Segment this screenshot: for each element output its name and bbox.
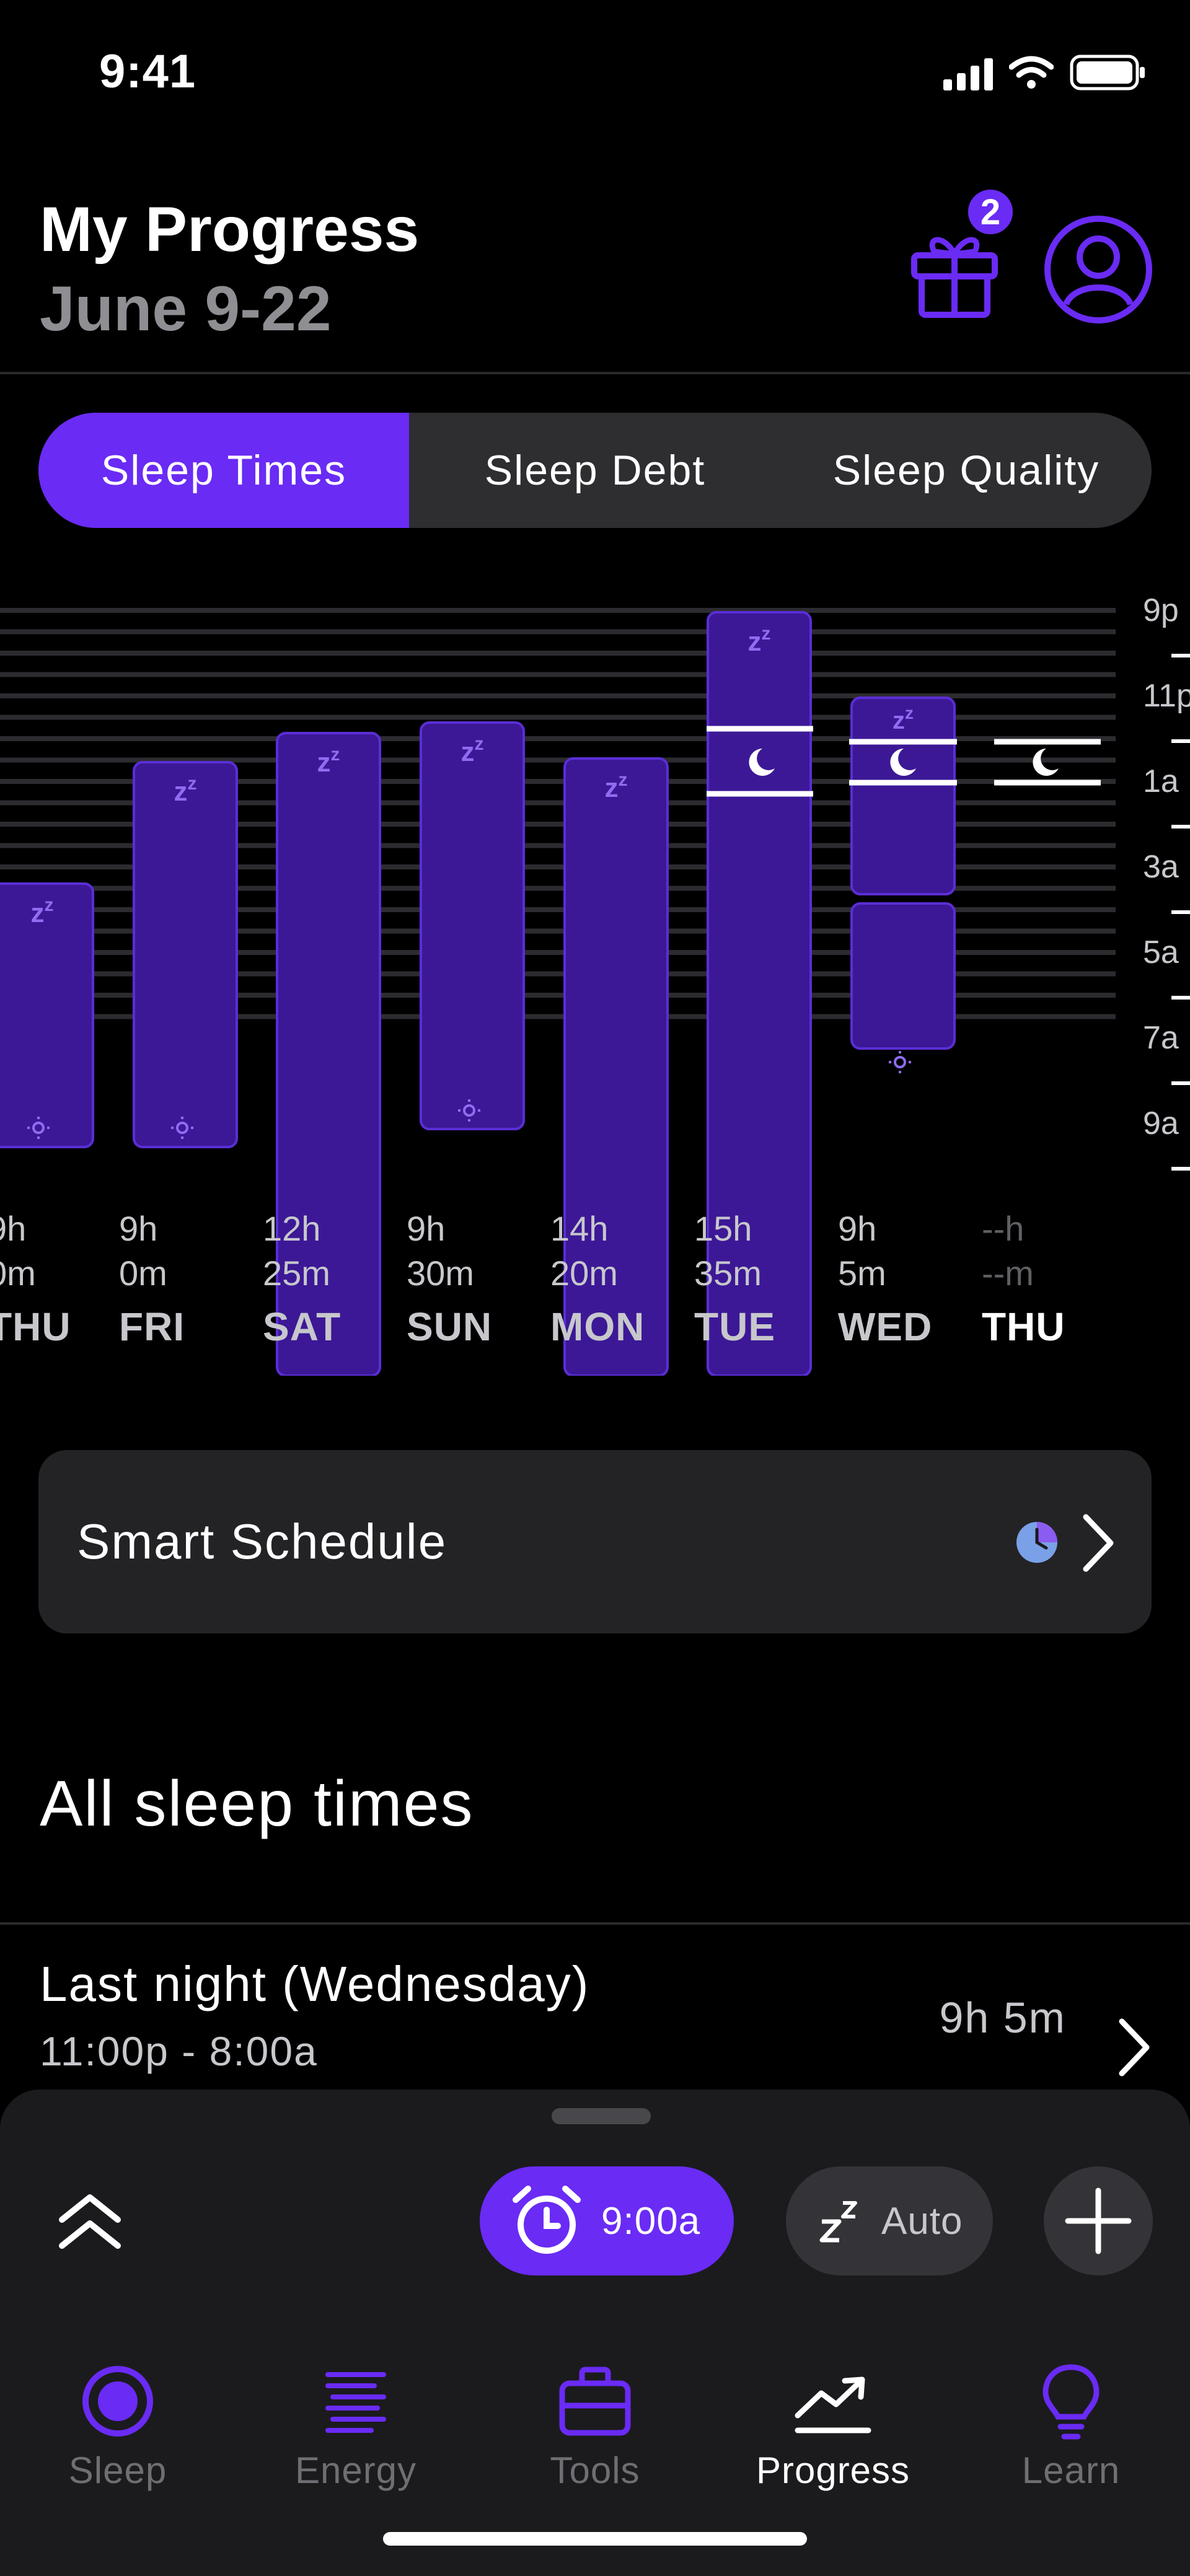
date-range: June 9-22: [40, 273, 332, 344]
nav-label-sleep: Sleep: [68, 2450, 167, 2491]
header-divider: [0, 372, 1190, 374]
alarm-time: 9:00a: [601, 2199, 701, 2243]
nav-tab-energy[interactable]: Energy: [263, 2361, 449, 2492]
zzz-icon: [819, 2201, 857, 2243]
energy-lines-icon: [325, 2372, 386, 2433]
time-axis: 9p 11p 1a 3a 5a 7a 9a: [1143, 592, 1190, 1171]
smart-schedule-label: Smart Schedule: [77, 1514, 447, 1569]
sleep-entry-row[interactable]: Last night (Wednesday) 11:00p - 8:00a 9h…: [0, 1923, 1190, 2085]
nav-tab-progress[interactable]: Progress: [740, 2361, 926, 2492]
time-axis-label: 11p: [1143, 678, 1190, 714]
time-axis-label: 5a: [1143, 934, 1179, 970]
tab-sleep-quality[interactable]: Sleep Quality: [781, 413, 1152, 528]
status-icons: [943, 55, 1147, 90]
day-hours: 9h: [407, 1209, 446, 1248]
sleep-target-icon: [82, 2366, 153, 2437]
day-name: THU: [0, 1304, 71, 1349]
sleep-mode-label: Auto: [881, 2199, 963, 2243]
alarm-clock-icon: [513, 2186, 581, 2254]
bar-wed[interactable]: zz: [849, 697, 957, 1073]
time-axis-label: 1a: [1143, 763, 1179, 799]
day-name: THU: [982, 1304, 1065, 1349]
nav-tab-tools[interactable]: Tools: [502, 2361, 688, 2492]
notification-badge: 2: [964, 186, 1016, 238]
nav-tab-sleep[interactable]: Sleep: [25, 2361, 211, 2492]
day-name: SUN: [407, 1304, 493, 1349]
day-hours: --h: [982, 1209, 1025, 1248]
day-hours: 15h: [694, 1209, 752, 1248]
smart-schedule-card[interactable]: Smart Schedule: [38, 1450, 1152, 1633]
cellular-signal-icon: [943, 56, 993, 90]
sleep-times-chart[interactable]: zz zz zz zz zz zz zz 9p 11p 1a 3a 5a 7a …: [0, 582, 1190, 1377]
day-minutes: 0m: [119, 1254, 167, 1293]
sleep-entry-time-range: 11:00p - 8:00a: [40, 2028, 318, 2074]
day-name: SAT: [263, 1304, 342, 1349]
chevron-right-icon: [1083, 1514, 1114, 1572]
time-axis-label: 3a: [1143, 849, 1179, 885]
day-minutes: 5m: [838, 1254, 886, 1293]
tab-sleep-times[interactable]: Sleep Times: [38, 413, 409, 528]
alarm-button[interactable]: 9:00a: [480, 2166, 734, 2275]
wake-sun-icon: [889, 1051, 911, 1073]
day-hours: 12h: [263, 1209, 321, 1248]
lightbulb-icon: [1042, 2364, 1100, 2440]
home-indicator: [383, 2532, 807, 2546]
nav-tab-learn[interactable]: Learn: [978, 2361, 1164, 2492]
day-name: FRI: [119, 1304, 185, 1349]
day-minutes: 35m: [694, 1254, 762, 1293]
bottom-tab-bar: Sleep Energy Tools Progress Learn: [0, 2324, 1190, 2576]
day-hours: 9h: [119, 1209, 158, 1248]
battery-icon: [1070, 55, 1145, 90]
time-axis-label: 7a: [1143, 1020, 1179, 1056]
day-hours: 14h: [550, 1209, 609, 1248]
day-name: MON: [550, 1304, 645, 1349]
nav-label-energy: Energy: [294, 2450, 417, 2491]
day-minutes: 0m: [0, 1254, 36, 1293]
sleep-mode-button[interactable]: Auto: [786, 2166, 993, 2275]
page-title: My Progress: [40, 194, 420, 265]
time-axis-label: 9a: [1143, 1106, 1179, 1141]
sheet-grabber[interactable]: [552, 2108, 651, 2124]
wifi-icon: [1009, 56, 1054, 89]
status-time: 9:41: [99, 45, 196, 98]
bar-sun[interactable]: zz: [420, 721, 525, 1130]
sleep-entry-duration: 9h 5m: [939, 1994, 1066, 2042]
double-chevron-up-icon[interactable]: [56, 2189, 124, 2257]
tab-sleep-debt[interactable]: Sleep Debt: [409, 413, 781, 528]
briefcase-icon: [559, 2367, 631, 2436]
nav-label-learn: Learn: [1021, 2450, 1121, 2491]
clock-icon: [1016, 1522, 1057, 1563]
section-title-all-sleep-times: All sleep times: [40, 1768, 474, 1840]
day-name: TUE: [694, 1304, 775, 1349]
day-name: WED: [838, 1304, 933, 1349]
day-minutes: --m: [982, 1254, 1034, 1293]
sleep-entry-title: Last night (Wednesday): [40, 1956, 590, 2011]
trend-chart-icon: [795, 2376, 871, 2433]
bar-thu-prev[interactable]: zz: [0, 882, 94, 1148]
day-hours: 9h: [0, 1209, 27, 1248]
day-minutes: 20m: [550, 1254, 618, 1293]
day-hours: 9h: [838, 1209, 877, 1248]
day-minutes: 30m: [407, 1254, 474, 1293]
time-axis-label: 9p: [1143, 592, 1179, 628]
profile-avatar-icon[interactable]: [1042, 214, 1154, 325]
nav-label-progress: Progress: [756, 2450, 910, 2491]
chevron-right-icon: [1119, 2018, 1150, 2077]
add-button[interactable]: [1044, 2166, 1153, 2275]
bar-fri[interactable]: zz: [133, 761, 238, 1148]
day-minutes: 25m: [263, 1254, 330, 1293]
nav-label-tools: Tools: [550, 2450, 640, 2491]
plus-icon: [1065, 2187, 1132, 2254]
progress-segmented-control: Sleep Times Sleep Debt Sleep Quality: [38, 413, 1152, 528]
